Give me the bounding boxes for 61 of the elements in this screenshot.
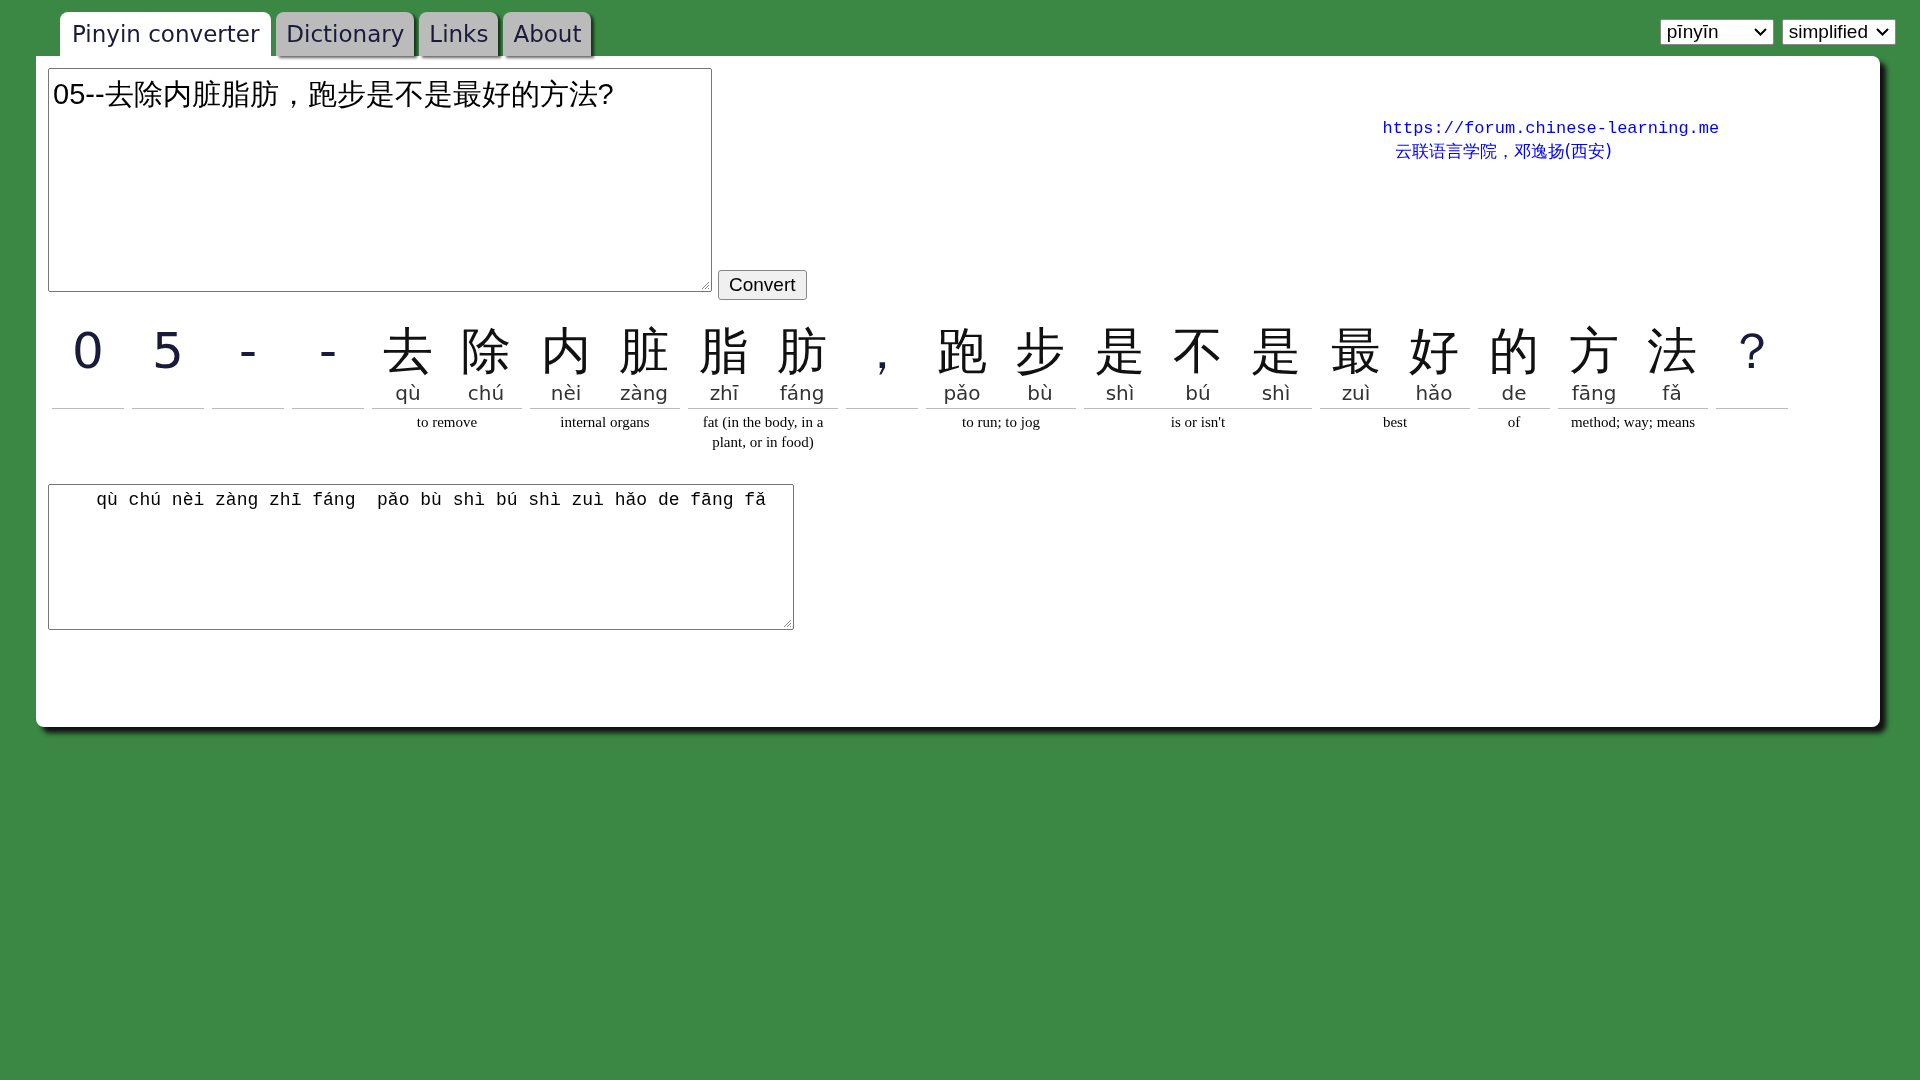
- tab[interactable]: Dictionary: [276, 12, 415, 56]
- forum-link[interactable]: https://forum.chinese-learning.me: [1382, 118, 1720, 140]
- gloss-text: best: [1381, 413, 1409, 432]
- gloss-text: method; way; means: [1569, 413, 1697, 432]
- gloss-text: to run; to jog: [961, 413, 1041, 432]
- hanzi-character: 5: [152, 322, 184, 380]
- resize-grip-icon[interactable]: [782, 618, 792, 628]
- pinyin-text: zuì: [1341, 380, 1371, 406]
- gloss-text: internal organs: [559, 413, 651, 432]
- pinyin-text: hǎo: [1415, 380, 1453, 406]
- hanzi-character: 跑: [937, 322, 987, 380]
- hanzi-character: 不: [1173, 322, 1223, 380]
- hanzi-character: 是: [1095, 322, 1145, 380]
- hanzi-character: -: [238, 322, 257, 380]
- pinyin-text: zàng: [619, 380, 669, 406]
- pinyin-text: shì: [1261, 380, 1291, 406]
- hanzi-character: ，: [857, 322, 907, 380]
- pinyin-text: fáng: [779, 380, 825, 406]
- tab[interactable]: Links: [419, 12, 499, 56]
- convert-button[interactable]: Convert: [718, 270, 807, 300]
- hanzi-character: 最: [1331, 322, 1381, 380]
- gloss-text: fat (in the body, in a plant, or in food): [701, 413, 825, 452]
- pinyin-text: chú: [467, 380, 505, 406]
- gloss-text: of: [1506, 413, 1522, 432]
- hanzi-character: 0: [72, 322, 104, 380]
- hanzi-character: 的: [1489, 322, 1539, 380]
- gloss-text: is or isn't: [1169, 413, 1227, 432]
- hanzi-character: 脏: [619, 322, 669, 380]
- gloss-text: to remove: [415, 413, 479, 432]
- hanzi-character: 步: [1015, 322, 1065, 380]
- tab[interactable]: About: [503, 12, 592, 56]
- pinyin-text: fāng: [1571, 380, 1617, 406]
- hanzi-character: ？: [1727, 322, 1777, 380]
- pinyin-text: qù: [395, 380, 421, 406]
- tab[interactable]: Pinyin converter: [60, 12, 272, 56]
- pinyin-text: fǎ: [1662, 380, 1682, 406]
- hanzi-character: -: [318, 322, 337, 380]
- input-field[interactable]: 05--去除内脏脂肪，跑步是不是最好的方法?: [48, 68, 712, 292]
- hanzi-character: 肪: [777, 322, 827, 380]
- hanzi-character: 是: [1251, 322, 1301, 380]
- hanzi-character: 内: [541, 322, 591, 380]
- dropdown[interactable]: pīnyīn: [1659, 19, 1774, 45]
- pinyin-text: zhī: [709, 380, 739, 406]
- pinyin-text: bù: [1027, 380, 1053, 406]
- hanzi-character: 脂: [699, 322, 749, 380]
- chevron-down-icon: [1876, 28, 1889, 36]
- hanzi-character: 方: [1569, 322, 1619, 380]
- hanzi-character: 除: [461, 322, 511, 380]
- pinyin-text: nèi: [550, 380, 582, 406]
- output-field[interactable]: qù chú nèi zàng zhī fáng pǎo bù shì bú shì zuì hǎo de fāng fǎ: [48, 484, 794, 630]
- hanzi-character: 好: [1409, 322, 1459, 380]
- dropdown[interactable]: simplified: [1781, 19, 1896, 45]
- chevron-down-icon: [1753, 28, 1767, 36]
- credit-text: 云联语言学院，邓逸扬(西安): [1393, 140, 1613, 162]
- resize-grip-icon[interactable]: [700, 280, 710, 290]
- pinyin-text: bú: [1185, 380, 1211, 406]
- pinyin-text: pǎo: [943, 380, 981, 406]
- pinyin-text: de: [1501, 380, 1527, 406]
- hanzi-character: 法: [1647, 322, 1697, 380]
- pinyin-text: shì: [1105, 380, 1135, 406]
- hanzi-character: 去: [383, 322, 433, 380]
